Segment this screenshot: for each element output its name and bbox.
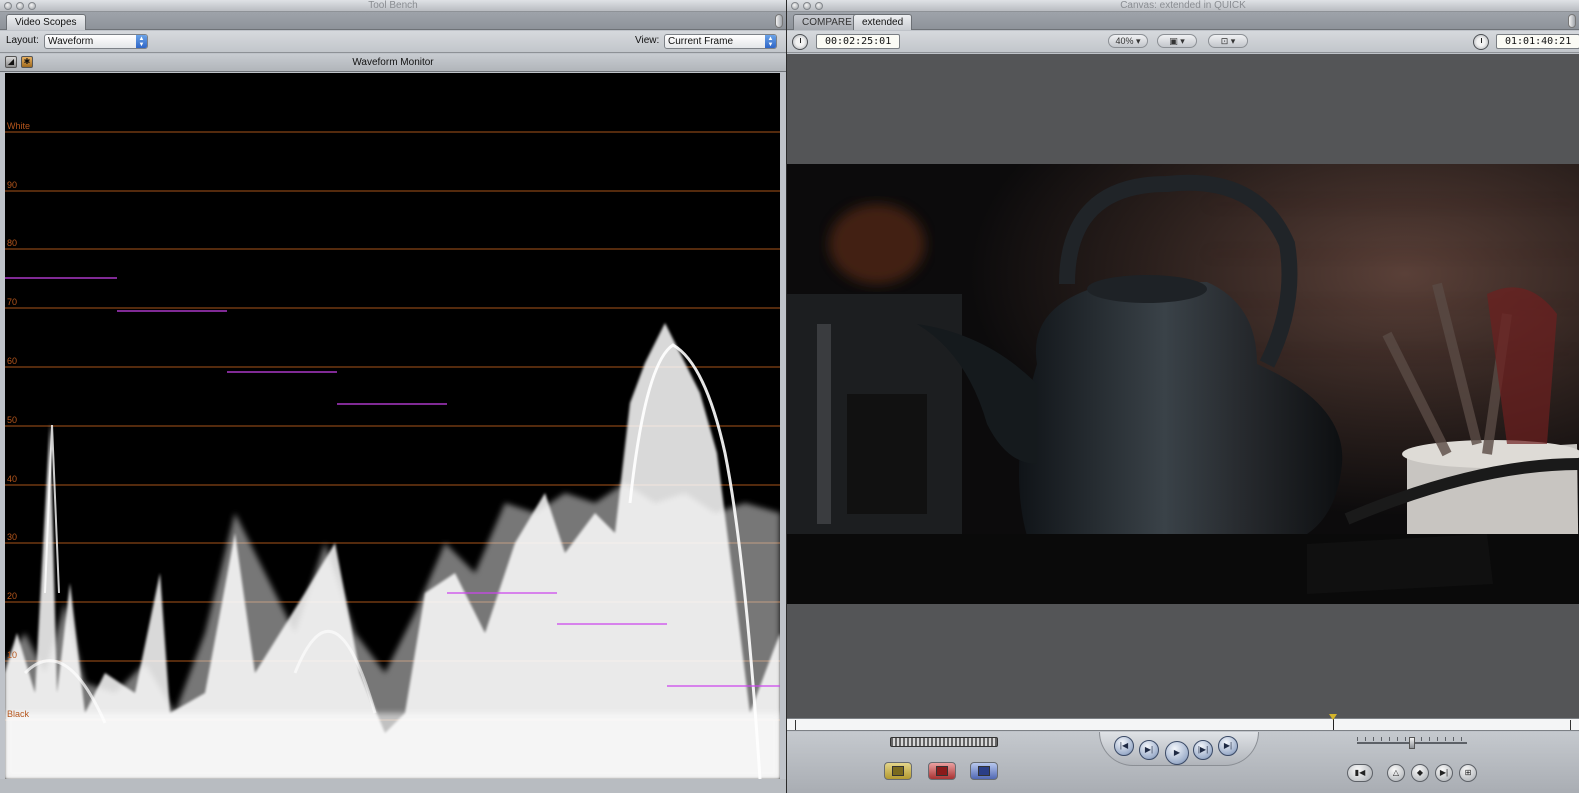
minimize-window-button[interactable] (16, 2, 24, 10)
scale-label-90: 90 (7, 180, 18, 190)
replace-edit-button[interactable] (970, 762, 998, 780)
play-button[interactable]: ▶ (1165, 741, 1189, 765)
scale-label-60: 60 (7, 356, 18, 366)
tab-compare[interactable]: COMPARE (793, 14, 861, 30)
tab-row: Video Scopes (0, 12, 786, 30)
resize-handle[interactable] (775, 14, 783, 28)
window-title: Tool Bench (368, 0, 418, 11)
clock-icon (1473, 34, 1489, 50)
select-arrows-icon: ▲ ▼ (136, 35, 147, 48)
zoom-window-button[interactable] (28, 2, 36, 10)
waveform-floor (5, 713, 780, 779)
clock-icon (792, 34, 808, 50)
play-in-to-out-button[interactable]: ▶| (1139, 740, 1159, 760)
scale-label-80: 80 (7, 238, 18, 248)
window-title: Canvas: extended in QUICK (1120, 0, 1246, 11)
waveform-monitor[interactable]: White 90 80 70 60 50 40 30 20 10 Black (5, 73, 780, 779)
current-timecode[interactable]: 01:01:40:21 (1496, 34, 1579, 49)
scale-label-30: 30 (7, 532, 18, 542)
insert-edit-button[interactable] (884, 762, 912, 780)
scope-controls: Layout: Waveform ▲ ▼ View: Current Frame … (0, 31, 786, 53)
video-frame-image (787, 164, 1579, 604)
playhead[interactable] (1329, 714, 1337, 730)
canvas-viewer[interactable] (787, 54, 1579, 718)
view-label: View: (635, 35, 660, 46)
tab-video-scopes[interactable]: Video Scopes (6, 14, 86, 30)
go-to-previous-edit-button[interactable]: |◀ (1114, 736, 1134, 756)
minimize-window-button[interactable] (803, 2, 811, 10)
scope-header: ◢ ✱ Waveform Monitor (0, 54, 786, 72)
canvas-controls: 00:02:25:01 40% ▾ ▣ ▾ ⊡ ▾ 01:01:40:21 (787, 31, 1579, 53)
tool-bench-titlebar: Tool Bench (0, 0, 786, 12)
scrubber-bar[interactable] (787, 714, 1579, 731)
match-frame-button[interactable]: ▮◀ (1347, 764, 1373, 782)
overwrite-edit-button[interactable] (928, 762, 956, 780)
scrubber-end-tick (1570, 720, 1571, 730)
scale-label-black: Black (7, 709, 30, 719)
overwrite-edit-icon (936, 766, 948, 776)
transport-controls: |◀ ▶| ▶ |▶| ▶| ▮◀ △ ◆ ▶| ⊞ (787, 732, 1579, 793)
scale-label-white: White (7, 121, 31, 131)
view-select[interactable]: Current Frame ▲ ▼ (664, 34, 777, 49)
canvas-window: Canvas: extended in QUICK COMPARE extend… (787, 0, 1579, 793)
shuttle-control[interactable] (890, 737, 998, 747)
layout-select-value: Waveform (48, 36, 94, 47)
jog-knob[interactable] (1409, 737, 1415, 749)
replace-edit-icon (978, 766, 990, 776)
insert-edit-icon (892, 766, 904, 776)
scope-title: Waveform Monitor (352, 57, 434, 68)
scope-footer (0, 779, 786, 793)
scrubber-start-tick (795, 720, 796, 730)
overlay-icon: ⊡ (1220, 36, 1229, 46)
tab-extended[interactable]: extended (853, 14, 913, 30)
duration-timecode[interactable]: 00:02:25:01 (816, 34, 901, 49)
window-controls (791, 2, 823, 10)
zoom-popup[interactable]: 40% ▾ (1108, 34, 1148, 48)
mark-out-button[interactable]: ▶| (1435, 764, 1453, 782)
waveform-display (5, 131, 780, 779)
scale-label-70: 70 (7, 297, 18, 307)
scale-label-10: 10 (7, 650, 18, 660)
playhead-marker-icon (1329, 714, 1337, 720)
mark-clip-button[interactable]: ⊞ (1459, 764, 1477, 782)
jog-control[interactable] (1357, 737, 1467, 749)
view-mode-popup[interactable]: ▣ ▾ (1157, 34, 1197, 48)
resize-handle[interactable] (1568, 14, 1576, 28)
layout-label: Layout: (6, 35, 39, 46)
zoom-window-button[interactable] (815, 2, 823, 10)
layout-select[interactable]: Waveform ▲ ▼ (44, 34, 148, 49)
overlay-popup[interactable]: ⊡ ▾ (1208, 34, 1248, 48)
video-frame[interactable] (787, 164, 1579, 604)
scale-label-20: 20 (7, 591, 18, 601)
mark-in-button[interactable]: △ (1387, 764, 1405, 782)
add-marker-button[interactable]: ◆ (1411, 764, 1429, 782)
tab-row: COMPARE extended (787, 12, 1579, 30)
view-select-value: Current Frame (668, 36, 734, 47)
view-mode-icon: ▣ (1169, 36, 1178, 46)
tool-bench-window: Tool Bench Video Scopes Layout: Waveform… (0, 0, 786, 793)
canvas-titlebar: Canvas: extended in QUICK (787, 0, 1579, 12)
scale-label-50: 50 (7, 415, 18, 425)
scale-labels: White 90 80 70 60 50 40 30 20 10 Black (7, 73, 47, 779)
close-window-button[interactable] (4, 2, 12, 10)
play-around-button[interactable]: |▶| (1193, 740, 1213, 760)
select-arrows-icon: ▲ ▼ (765, 35, 776, 48)
go-to-next-edit-button[interactable]: ▶| (1218, 736, 1238, 756)
zoom-value: 40% (1115, 36, 1134, 46)
close-window-button[interactable] (791, 2, 799, 10)
window-controls (4, 2, 36, 10)
scale-label-40: 40 (7, 474, 18, 484)
